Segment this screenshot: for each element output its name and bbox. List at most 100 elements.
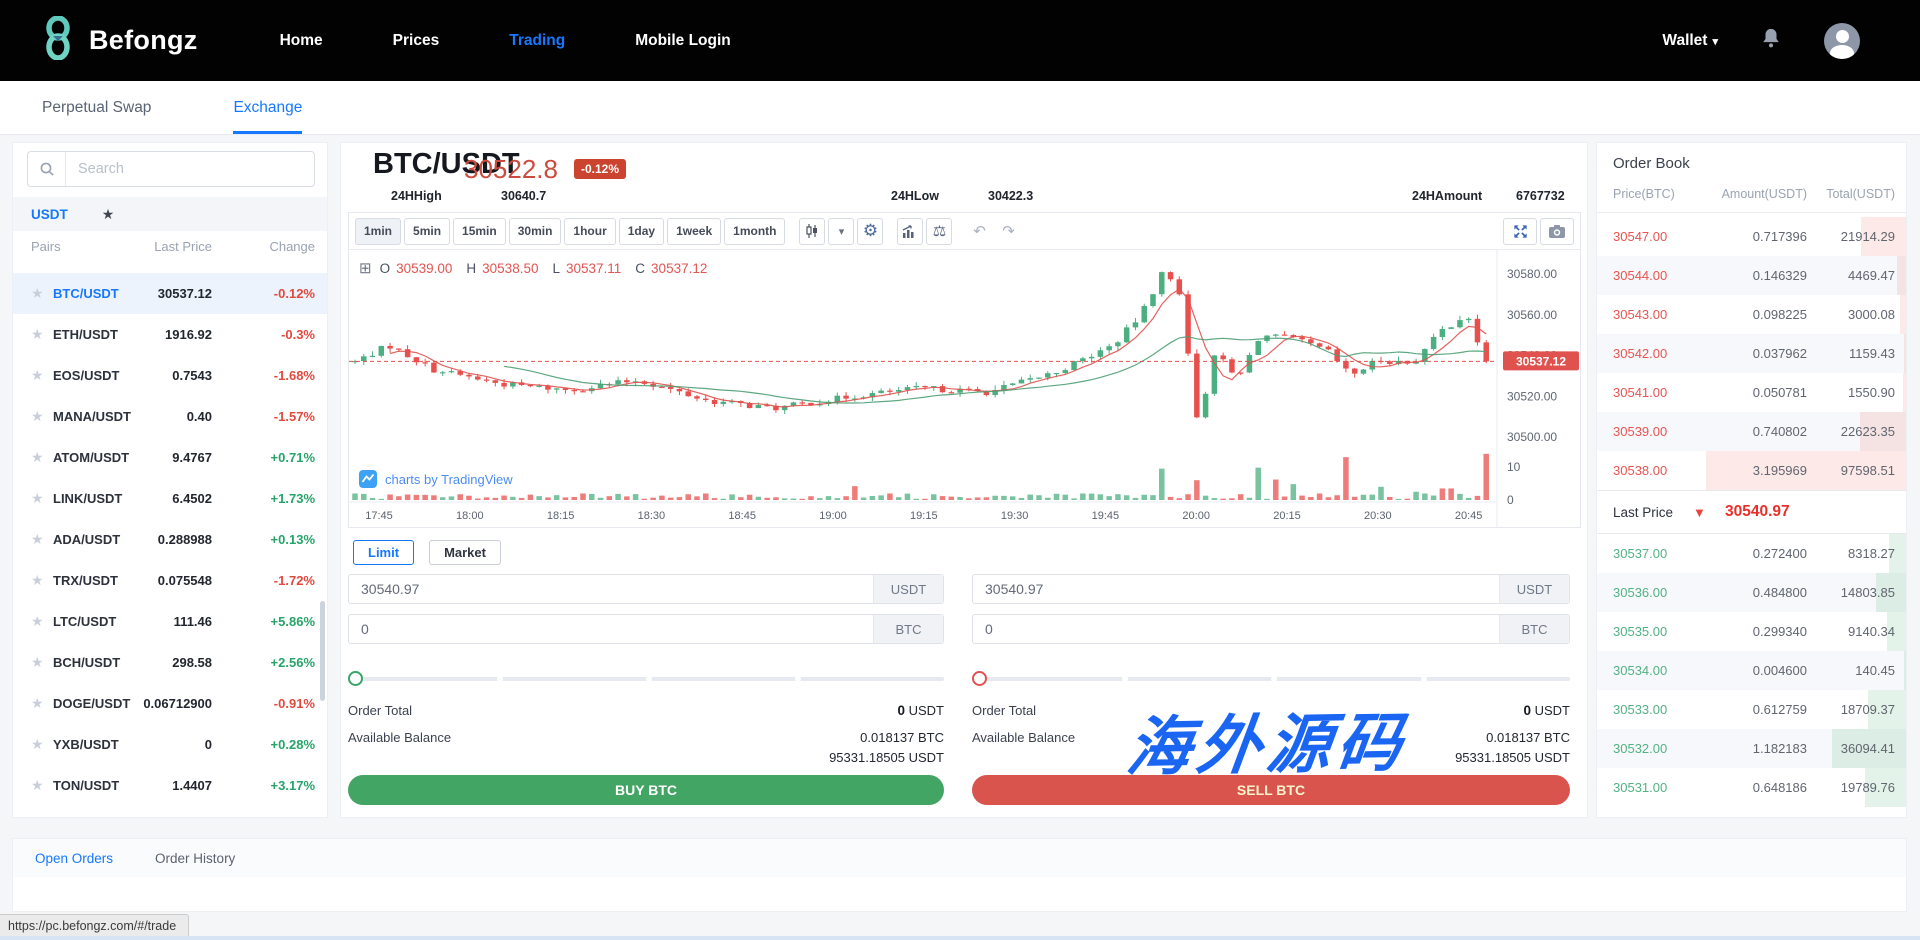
buy-price-field: USDT — [348, 574, 944, 604]
ask-row[interactable]: 30539.000.74080222623.35 — [1597, 412, 1906, 451]
buy-amount-input[interactable] — [349, 615, 873, 643]
user-avatar[interactable] — [1824, 23, 1860, 59]
favorite-star-icon[interactable]: ★ — [31, 777, 44, 793]
pair-name: TRX/USDT — [53, 573, 118, 588]
buy-price-unit: USDT — [873, 575, 943, 603]
favorite-star-icon[interactable]: ★ — [31, 613, 44, 629]
pair-row[interactable]: ★TON/USDT1.4407+3.17% — [13, 765, 327, 806]
favorite-star-icon[interactable]: ★ — [31, 695, 44, 711]
favorite-star-icon[interactable]: ★ — [31, 367, 44, 383]
pair-change: -1.57% — [274, 409, 315, 424]
pair-name: MANA/USDT — [53, 409, 131, 424]
buy-price-input[interactable] — [349, 575, 873, 603]
pair-row[interactable]: ★DOGE/USDT0.06712900-0.91% — [13, 683, 327, 724]
depth-bar — [1900, 295, 1906, 334]
bids-list: 30537.000.2724008318.2730536.000.4848001… — [1597, 534, 1906, 807]
ob-col-amount: Amount(USDT) — [1722, 187, 1807, 201]
bid-row[interactable]: 30532.001.18218336094.41 — [1597, 729, 1906, 768]
ask-row[interactable]: 30541.000.0507811550.90 — [1597, 373, 1906, 412]
sell-amount-field: BTC — [972, 614, 1570, 644]
sidebar-scrollbar[interactable] — [320, 601, 325, 701]
sell-order-total-label: Order Total — [972, 703, 1036, 718]
ob-amount: 0.299340 — [1753, 624, 1807, 639]
ob-total: 1159.43 — [1849, 346, 1895, 361]
favorite-star-icon[interactable]: ★ — [31, 285, 44, 301]
last-price-label: Last Price — [1613, 505, 1673, 520]
favorite-star-icon[interactable]: ★ — [31, 531, 44, 547]
pair-row[interactable]: ★ETH/USDT1916.92-0.3% — [13, 314, 327, 355]
buy-order-total-label: Order Total — [348, 703, 412, 718]
pair-row[interactable]: ★EOS/USDT0.7543-1.68% — [13, 355, 327, 396]
sell-amount-unit: BTC — [1499, 615, 1569, 643]
bid-row[interactable]: 30535.000.2993409140.34 — [1597, 612, 1906, 651]
pair-row[interactable]: ★MANA/USDT0.40-1.57% — [13, 396, 327, 437]
favorite-star-icon[interactable]: ★ — [31, 736, 44, 752]
nav-item-home[interactable]: Home — [280, 32, 323, 50]
favorites-star-icon[interactable]: ★ — [102, 206, 115, 223]
bid-row[interactable]: 30533.000.61275918709.37 — [1597, 690, 1906, 729]
favorite-star-icon[interactable]: ★ — [31, 654, 44, 670]
pair-row[interactable]: ★LTC/USDT111.46+5.86% — [13, 601, 327, 642]
favorite-star-icon[interactable]: ★ — [31, 572, 44, 588]
bid-row[interactable]: 30536.000.48480014803.85 — [1597, 573, 1906, 612]
ob-amount: 1.182183 — [1753, 741, 1807, 756]
depth-bar — [1904, 334, 1906, 373]
sell-price-input[interactable] — [973, 575, 1499, 603]
sell-amount-slider[interactable] — [972, 671, 1570, 687]
sell-amount-input[interactable] — [973, 615, 1499, 643]
pair-last-price: 0.06712900 — [143, 696, 212, 711]
sub-nav: Perpetual Swap Exchange — [0, 81, 1920, 135]
ask-row[interactable]: 30543.000.0982253000.08 — [1597, 295, 1906, 334]
ask-row[interactable]: 30544.000.1463294469.47 — [1597, 256, 1906, 295]
quote-tab-bar: USDT ★ — [13, 197, 327, 231]
favorite-star-icon[interactable]: ★ — [31, 326, 44, 342]
pair-row[interactable]: ★BCH/USDT298.58+2.56% — [13, 642, 327, 683]
ask-row[interactable]: 30547.000.71739621914.29 — [1597, 217, 1906, 256]
tab-exchange[interactable]: Exchange — [233, 99, 302, 134]
nav-item-trading[interactable]: Trading — [509, 32, 565, 50]
favorite-star-icon[interactable]: ★ — [31, 449, 44, 465]
ask-row[interactable]: 30538.003.19596997598.51 — [1597, 451, 1906, 490]
bid-row[interactable]: 30534.000.004600140.45 — [1597, 651, 1906, 690]
bid-row[interactable]: 30531.000.64818619789.76 — [1597, 768, 1906, 807]
brand[interactable]: Befongz — [40, 16, 198, 65]
nav-item-mobile-login[interactable]: Mobile Login — [635, 32, 731, 50]
tab-order-history[interactable]: Order History — [155, 851, 235, 866]
pair-last-price: 111.46 — [174, 614, 212, 629]
nav-item-prices[interactable]: Prices — [393, 32, 440, 50]
tab-open-orders[interactable]: Open Orders — [35, 851, 113, 866]
notifications-bell-icon[interactable] — [1760, 26, 1782, 55]
ohlc-row: ⊞ O30539.00H30538.50L30537.11C30537.12 — [359, 259, 715, 277]
col-last-price: Last Price — [154, 239, 212, 254]
buy-button[interactable]: BUY BTC — [348, 775, 944, 805]
pair-row[interactable]: ★ADA/USDT0.288988+0.13% — [13, 519, 327, 560]
ob-amount: 0.484800 — [1753, 585, 1807, 600]
pair-name: ATOM/USDT — [53, 450, 129, 465]
sell-slider-handle[interactable] — [972, 671, 987, 686]
ohlc-key: H — [466, 261, 476, 276]
favorite-star-icon[interactable]: ★ — [31, 408, 44, 424]
pair-last-price: 30537.12 — [158, 286, 212, 301]
ask-row[interactable]: 30542.000.0379621159.43 — [1597, 334, 1906, 373]
pair-row[interactable]: ★YXB/USDT0+0.28% — [13, 724, 327, 765]
search-input[interactable]: Search — [27, 151, 315, 187]
pair-row[interactable]: ★ATOM/USDT9.4767+0.71% — [13, 437, 327, 478]
wallet-menu[interactable]: Wallet ▾ — [1662, 32, 1718, 50]
ob-total: 9140.34 — [1848, 624, 1895, 639]
buy-amount-field: BTC — [348, 614, 944, 644]
pair-row[interactable]: ★BTC/USDT30537.12-0.12% — [13, 273, 327, 314]
ob-total: 14803.85 — [1841, 585, 1895, 600]
buy-slider-handle[interactable] — [348, 671, 363, 686]
pair-last-price: 9.4767 — [172, 450, 212, 465]
quote-tab-usdt[interactable]: USDT — [31, 207, 68, 222]
pair-row[interactable]: ★TRX/USDT0.075548-1.72% — [13, 560, 327, 601]
orders-panel: Open Orders Order History — [12, 838, 1907, 912]
pair-row[interactable]: ★LINK/USDT6.4502+1.73% — [13, 478, 327, 519]
top-nav: Befongz Home Prices Trading Mobile Login Wa… — [0, 0, 1920, 81]
tab-perpetual-swap[interactable]: Perpetual Swap — [42, 99, 151, 134]
bid-row[interactable]: 30537.000.2724008318.27 — [1597, 534, 1906, 573]
buy-order-total-row: Order Total 0 USDT — [348, 703, 944, 718]
buy-amount-slider[interactable] — [348, 671, 944, 687]
favorite-star-icon[interactable]: ★ — [31, 490, 44, 506]
depth-bar — [1904, 651, 1906, 690]
